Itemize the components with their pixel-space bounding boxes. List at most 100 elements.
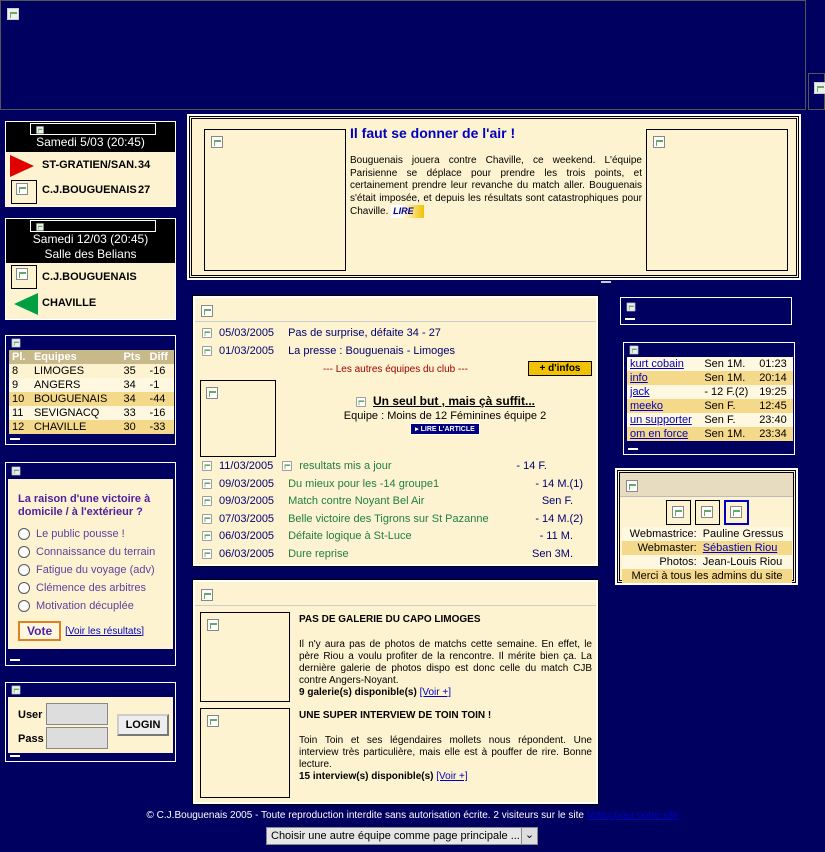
cell: - 12 F.(2) [704, 386, 749, 398]
poll-option[interactable]: Clémence des arbitres [18, 579, 165, 597]
table-row: om en force Sen 1M. 23:34 [627, 427, 793, 441]
table-row: 11 SEVIGNACQ 33 -16 [9, 406, 174, 420]
radio-button[interactable] [18, 564, 30, 577]
cell: 12 [12, 421, 25, 433]
news-item[interactable]: 06/03/2005 Défaite logique à St-Luce - 11 … [201, 530, 593, 548]
news-title[interactable]: Dure reprise [288, 548, 349, 560]
news-title[interactable]: Pas de surprise, défaite 34 - 27 [288, 327, 441, 339]
headline-image [204, 129, 346, 271]
team-logo [11, 265, 37, 289]
user-link[interactable]: un supporter [627, 413, 701, 427]
news-item[interactable]: 11/03/2005 resultats mis a jour - 14 F. [201, 460, 593, 478]
chevron-down-icon[interactable]: ⌄ [521, 828, 537, 844]
news-team: - 14 M.(2) [535, 512, 583, 525]
interview-image [200, 708, 290, 798]
poll-option[interactable]: Le public pousse ! [18, 525, 165, 543]
news-title[interactable]: La presse : Bouguenais - Limoges [288, 345, 455, 357]
user-link[interactable]: info [627, 371, 701, 385]
arrow-left-icon [14, 293, 38, 315]
poll-option-label: Fatigue du voyage (adv) [36, 564, 155, 576]
featured-team: Equipe : Moins de 12 Féminines équipe 2 [343, 410, 547, 423]
news-item[interactable]: 06/03/2005 Dure reprise Sen 3M. [201, 548, 593, 566]
news-title[interactable]: Belle victoire des Tigrons sur St Pazann… [288, 513, 489, 525]
gallery-image [200, 612, 290, 702]
admin-photo[interactable] [666, 500, 691, 525]
more-info-button[interactable]: + d'infos [528, 361, 592, 376]
cell: Sen 1M. [704, 358, 746, 370]
news-item[interactable]: 05/03/2005 Pas de surprise, défaite 34 - … [201, 327, 593, 345]
cell: Merci à tous les admins du site [631, 570, 783, 582]
admin-photo[interactable] [724, 500, 749, 525]
poll-options: Le public pousse ! Connaissance du terra… [18, 525, 165, 615]
user-link[interactable]: om en force [627, 427, 701, 441]
radio-button[interactable] [18, 600, 30, 613]
featured-title[interactable]: Un seul but , mais çà suffit... [373, 394, 535, 408]
poll-actions: Vote [Voir les résultats] [18, 621, 165, 641]
user-link[interactable]: meeko [627, 399, 701, 413]
headline-title[interactable]: Il faut se donner de l'air ! [350, 125, 515, 141]
table-row: 10 BOUGUENAIS 34 -44 [9, 392, 174, 406]
cell: Sen F. [704, 400, 736, 412]
login-body: User Pass LOGIN [8, 697, 173, 753]
radio-button[interactable] [18, 582, 30, 595]
table-row: 12 CHAVILLE 30 -33 [9, 420, 174, 434]
table-row: info Sen 1M. 20:14 [627, 371, 793, 385]
user-link[interactable]: jack [627, 385, 701, 399]
interview-more-link[interactable]: [Voir +] [436, 771, 467, 782]
news-item[interactable]: 07/03/2005 Belle victoire des Tigrons sur… [201, 513, 593, 531]
view-results-link[interactable]: [Voir les résultats] [65, 626, 144, 637]
poll-option[interactable]: Motivation décuplée [18, 597, 165, 615]
login-button[interactable]: LOGIN [117, 714, 169, 736]
next-match-venue: Salle des Belians [6, 247, 175, 261]
admin-photo[interactable] [695, 500, 720, 525]
radio-button[interactable] [18, 528, 30, 541]
logo-icon [16, 268, 28, 280]
news-title[interactable]: Défaite logique à St-Luce [288, 530, 412, 542]
read-more-button[interactable]: LIRE [391, 205, 424, 218]
gallery-more-link[interactable]: [Voir +] [420, 687, 451, 698]
news-title[interactable]: resultats mis a jour [299, 460, 391, 472]
news-title[interactable]: Du mieux pour les -14 groupe1 [288, 478, 439, 490]
photo-icon [701, 506, 713, 518]
table-row: un supporter Sen F. 23:40 [627, 413, 793, 427]
admins-panel: Webmastrice: Pauline Gressus Webmaster: Sé… [615, 468, 798, 585]
online-table: kurt cobain Sen 1M. 01:23 info Sen 1M. 20:14… [627, 357, 793, 441]
cell: Jean-Louis Riou [702, 556, 783, 568]
cell: Webmastrice: [629, 528, 697, 540]
poll-option[interactable]: Connaissance du terrain [18, 543, 165, 561]
cell: -44 [149, 393, 166, 405]
side-image-icon [814, 82, 825, 94]
news-item[interactable]: 09/03/2005 Match contre Noyant Bel Air Sen… [201, 495, 593, 513]
admin-photos [666, 500, 749, 525]
vote-button[interactable]: Vote [18, 621, 62, 641]
cell: 10 [12, 393, 25, 405]
poll-option[interactable]: Fatigue du voyage (adv) [18, 561, 165, 579]
password-input[interactable] [46, 727, 108, 749]
news-title[interactable]: Match contre Noyant Bel Air [288, 495, 424, 507]
next-match-team2: CHAVILLE [42, 297, 97, 309]
team-select[interactable]: Choisir une autre équipe comme page prin… [266, 827, 538, 845]
last-match-team1: ST-GRATIEN/SAN. [42, 159, 138, 171]
read-article-button[interactable]: ▸ LIRE L'ARTICLE [410, 423, 480, 436]
read-article-label: LIRE L'ARTICLE [420, 426, 475, 434]
user-link[interactable]: kurt cobain [627, 357, 701, 371]
cell: 34 [123, 393, 136, 405]
arrow-right-icon [10, 155, 34, 177]
header-image-icon [11, 685, 21, 695]
vote-site-link[interactable]: Votez pour notre site [587, 810, 679, 821]
item-icon [202, 531, 212, 541]
news-team: - 14 M.(1) [535, 477, 583, 490]
header-image-icon [11, 466, 21, 476]
radio-button[interactable] [18, 546, 30, 559]
webmaster-link[interactable]: Sébastien Riou [700, 541, 792, 555]
admins-table: Webmastrice: Pauline Gressus Webmaster: Sé… [622, 527, 792, 583]
pass-label: Pass [18, 733, 44, 745]
user-input[interactable] [46, 703, 108, 725]
poll-question: La raison d'une victoire à domicile / à … [18, 493, 151, 518]
poll-option-label: Clémence des arbitres [36, 582, 147, 594]
online-header [624, 343, 794, 357]
news-item[interactable]: 09/03/2005 Du mieux pour les -14 groupe1 -… [201, 478, 593, 496]
media-header [195, 582, 596, 606]
cell: 30 [123, 421, 136, 433]
divider [601, 281, 611, 283]
